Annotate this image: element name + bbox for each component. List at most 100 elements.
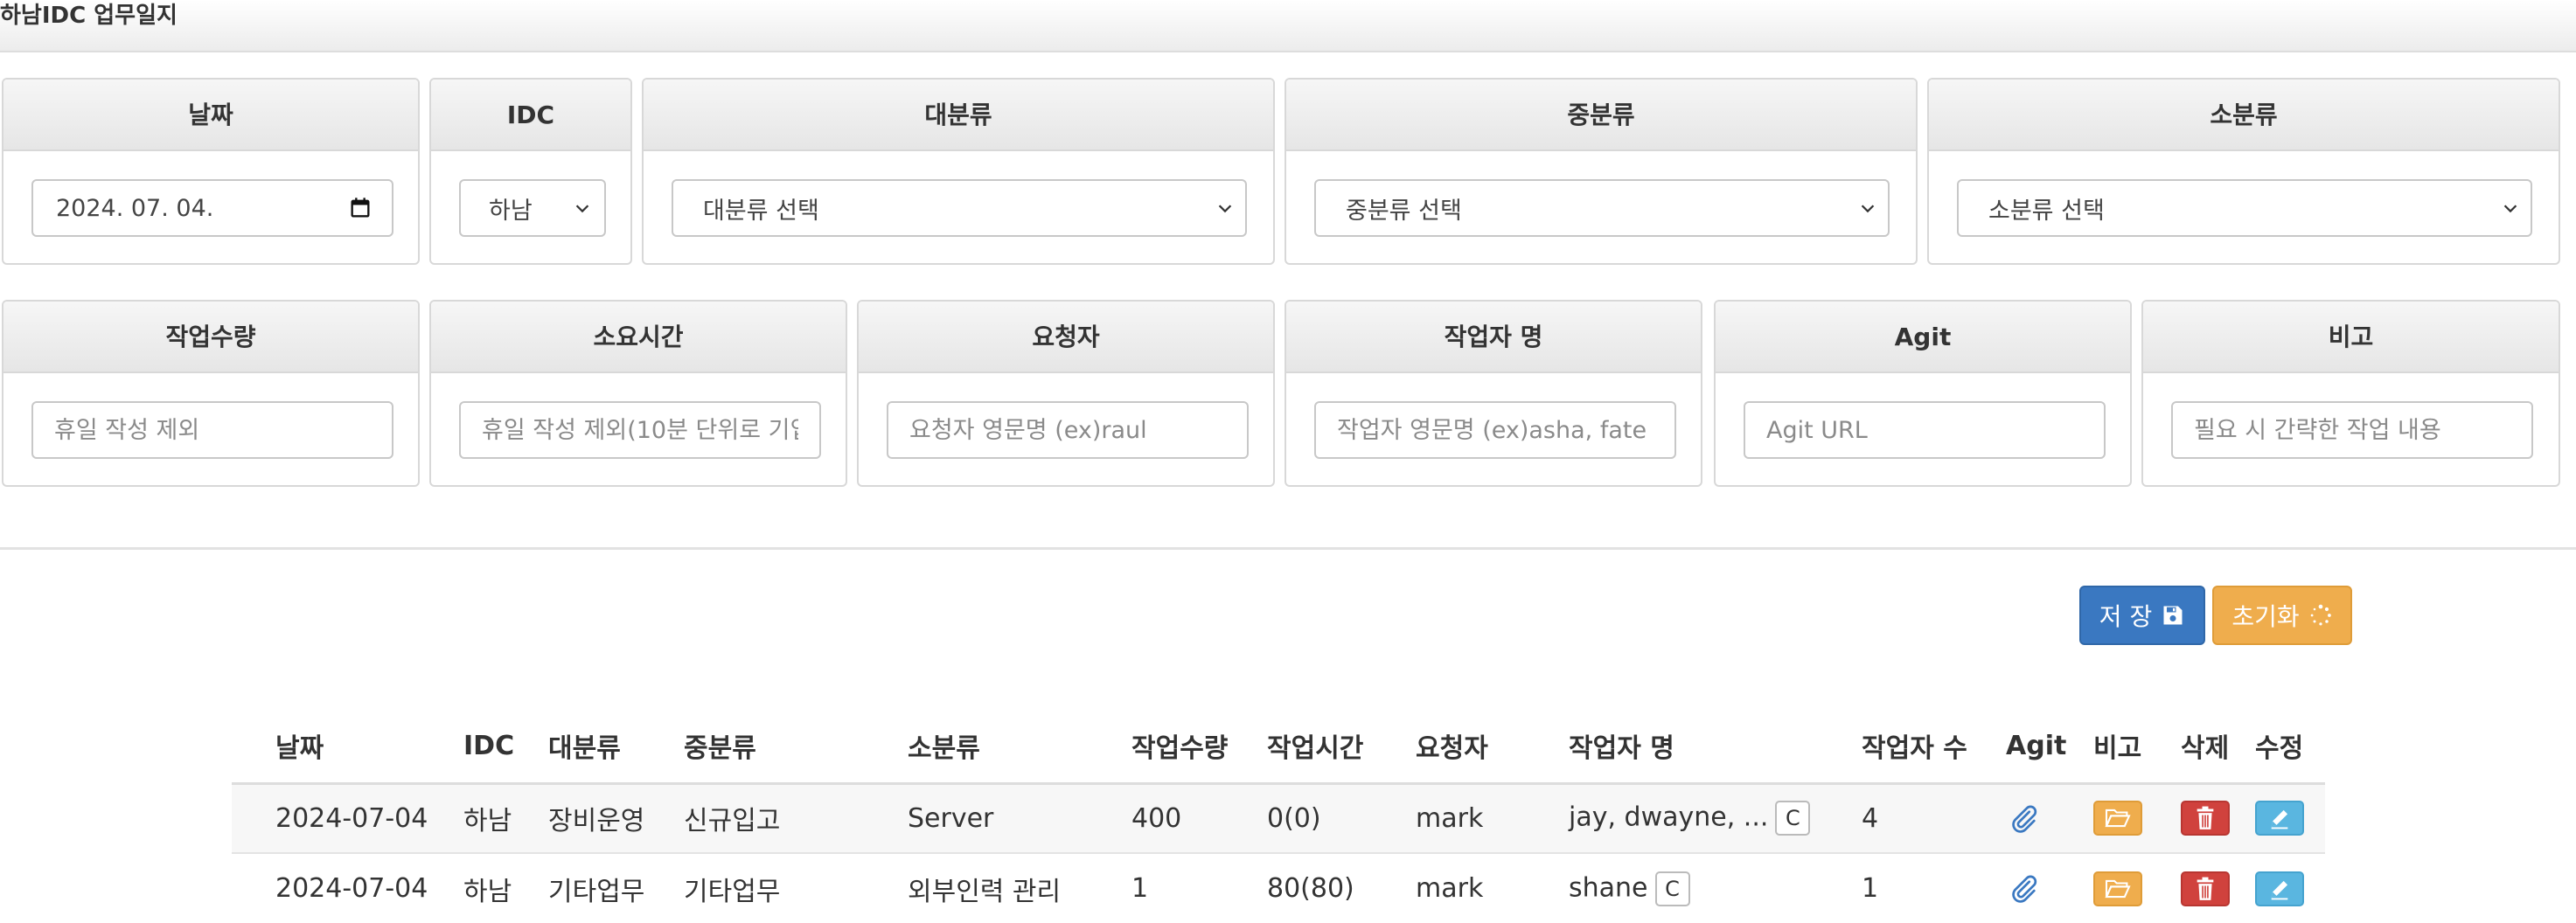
folder-open-icon	[2105, 809, 2131, 828]
cell-major: 장비운영	[548, 782, 684, 853]
cell-time: 80(80)	[1267, 852, 1416, 923]
cell-workers: jay, dwayne, ... C	[1569, 782, 1862, 853]
cell-agit	[2006, 852, 2093, 923]
work-log-table: 날짜 IDC 대분류 중분류 소분류 작업수량 작업시간 요청자 작업자 명 작…	[232, 710, 2325, 923]
cell-edit	[2255, 782, 2325, 853]
duration-input[interactable]	[482, 416, 798, 444]
requester-input[interactable]	[909, 416, 1226, 444]
quantity-input[interactable]	[54, 416, 371, 444]
major-category-select[interactable]: 대분류 선택	[672, 179, 1247, 237]
col-time: 작업시간	[1267, 710, 1416, 785]
cell-worker-count: 4	[1862, 782, 2006, 853]
section-divider	[0, 547, 2576, 550]
agit-panel: Agit	[1714, 300, 2132, 487]
paperclip-icon[interactable]	[2008, 873, 2039, 905]
delete-button[interactable]	[2181, 801, 2230, 836]
cell-delete	[2181, 852, 2255, 923]
top-bar: 하남IDC 업무일지	[0, 0, 2576, 52]
cell-delete	[2181, 782, 2255, 853]
idc-panel: IDC 하남	[429, 78, 632, 265]
cell-date: 2024-07-04	[275, 782, 463, 853]
cell-idc: 하남	[463, 852, 548, 923]
requester-label: 요청자	[859, 302, 1273, 373]
note-input[interactable]	[2194, 416, 2510, 444]
pencil-icon	[2271, 810, 2288, 829]
workers-text: jay, dwayne, ...	[1569, 802, 1769, 833]
table-row: 2024-07-04 하남 기타업무 기타업무 외부인력 관리 1 80(80)…	[232, 852, 2325, 923]
chevron-down-icon	[2503, 205, 2517, 213]
quantity-field-box	[31, 401, 393, 459]
idc-value: 하남	[489, 197, 533, 225]
worker-label: 작업자 명	[1286, 302, 1701, 373]
chevron-down-icon	[1861, 205, 1875, 213]
minor-category-value: 소분류 선택	[1988, 197, 2105, 225]
cell-quantity: 400	[1131, 782, 1267, 853]
floppy-disk-icon	[2163, 606, 2183, 625]
quantity-label: 작업수량	[3, 302, 418, 373]
minor-category-select[interactable]: 소분류 선택	[1957, 179, 2532, 237]
trash-icon	[2197, 877, 2214, 900]
calendar-icon[interactable]	[348, 196, 372, 220]
middle-category-panel: 중분류 중분류 선택	[1285, 78, 1918, 265]
pencil-icon	[2271, 880, 2288, 899]
col-edit: 수정	[2255, 710, 2325, 785]
workers-text: shane	[1569, 872, 1648, 903]
agit-field-box	[1744, 401, 2106, 459]
table-row: 2024-07-04 하남 장비운영 신규입고 Server 400 0(0) …	[232, 782, 2325, 853]
delete-button[interactable]	[2181, 871, 2230, 906]
minor-category-panel: 소분류 소분류 선택	[1927, 78, 2560, 265]
duration-panel: 소요시간	[429, 300, 847, 487]
duration-field-box	[459, 401, 821, 459]
edit-button[interactable]	[2255, 801, 2304, 836]
worker-field-box	[1314, 401, 1676, 459]
middle-category-value: 중분류 선택	[1346, 197, 1462, 225]
date-picker[interactable]: 2024. 07. 04.	[31, 179, 393, 237]
cell-edit	[2255, 852, 2325, 923]
worker-input[interactable]	[1337, 416, 1654, 444]
major-category-panel: 대분류 대분류 선택	[642, 78, 1275, 265]
edit-button[interactable]	[2255, 871, 2304, 906]
trash-icon	[2197, 806, 2214, 830]
col-major: 대분류	[548, 710, 684, 785]
quantity-panel: 작업수량	[2, 300, 420, 487]
minor-category-label: 소분류	[1929, 80, 2559, 151]
cell-requester: mark	[1416, 852, 1569, 923]
col-idc: IDC	[463, 710, 548, 785]
reset-label: 초기화	[2231, 602, 2300, 631]
cell-note	[2093, 782, 2181, 853]
chevron-down-icon	[1218, 205, 1232, 213]
note-field-box	[2171, 401, 2533, 459]
note-button[interactable]	[2093, 871, 2142, 906]
cell-middle: 기타업무	[684, 852, 908, 923]
idc-select[interactable]: 하남	[459, 179, 606, 237]
cell-note	[2093, 852, 2181, 923]
agit-url-input[interactable]	[1766, 416, 2083, 444]
cell-worker-count: 1	[1862, 852, 2006, 923]
col-requester: 요청자	[1416, 710, 1569, 785]
col-workers: 작업자 명	[1569, 710, 1862, 785]
cell-workers: shane C	[1569, 852, 1862, 923]
cell-agit	[2006, 782, 2093, 853]
cell-major: 기타업무	[548, 852, 684, 923]
col-minor: 소분류	[908, 710, 1131, 785]
date-panel: 날짜 2024. 07. 04.	[2, 78, 420, 265]
requester-panel: 요청자	[857, 300, 1275, 487]
middle-category-select[interactable]: 중분류 선택	[1314, 179, 1890, 237]
duration-label: 소요시간	[431, 302, 846, 373]
cell-quantity: 1	[1131, 852, 1267, 923]
date-value: 2024. 07. 04.	[56, 194, 214, 222]
cell-minor: Server	[908, 782, 1131, 853]
requester-field-box	[887, 401, 1249, 459]
note-label: 비고	[2143, 302, 2559, 373]
reset-button[interactable]: 초기화	[2212, 586, 2352, 645]
paperclip-icon[interactable]	[2008, 803, 2039, 835]
major-category-label: 대분류	[644, 80, 1273, 151]
col-date: 날짜	[275, 710, 463, 785]
save-button[interactable]: 저 장	[2079, 586, 2205, 645]
copy-badge-button[interactable]: C	[1654, 871, 1690, 906]
col-delete: 삭제	[2181, 710, 2255, 785]
cell-middle: 신규입고	[684, 782, 908, 853]
note-button[interactable]	[2093, 801, 2142, 836]
cell-minor: 외부인력 관리	[908, 852, 1131, 923]
copy-badge-button[interactable]: C	[1775, 801, 1811, 836]
